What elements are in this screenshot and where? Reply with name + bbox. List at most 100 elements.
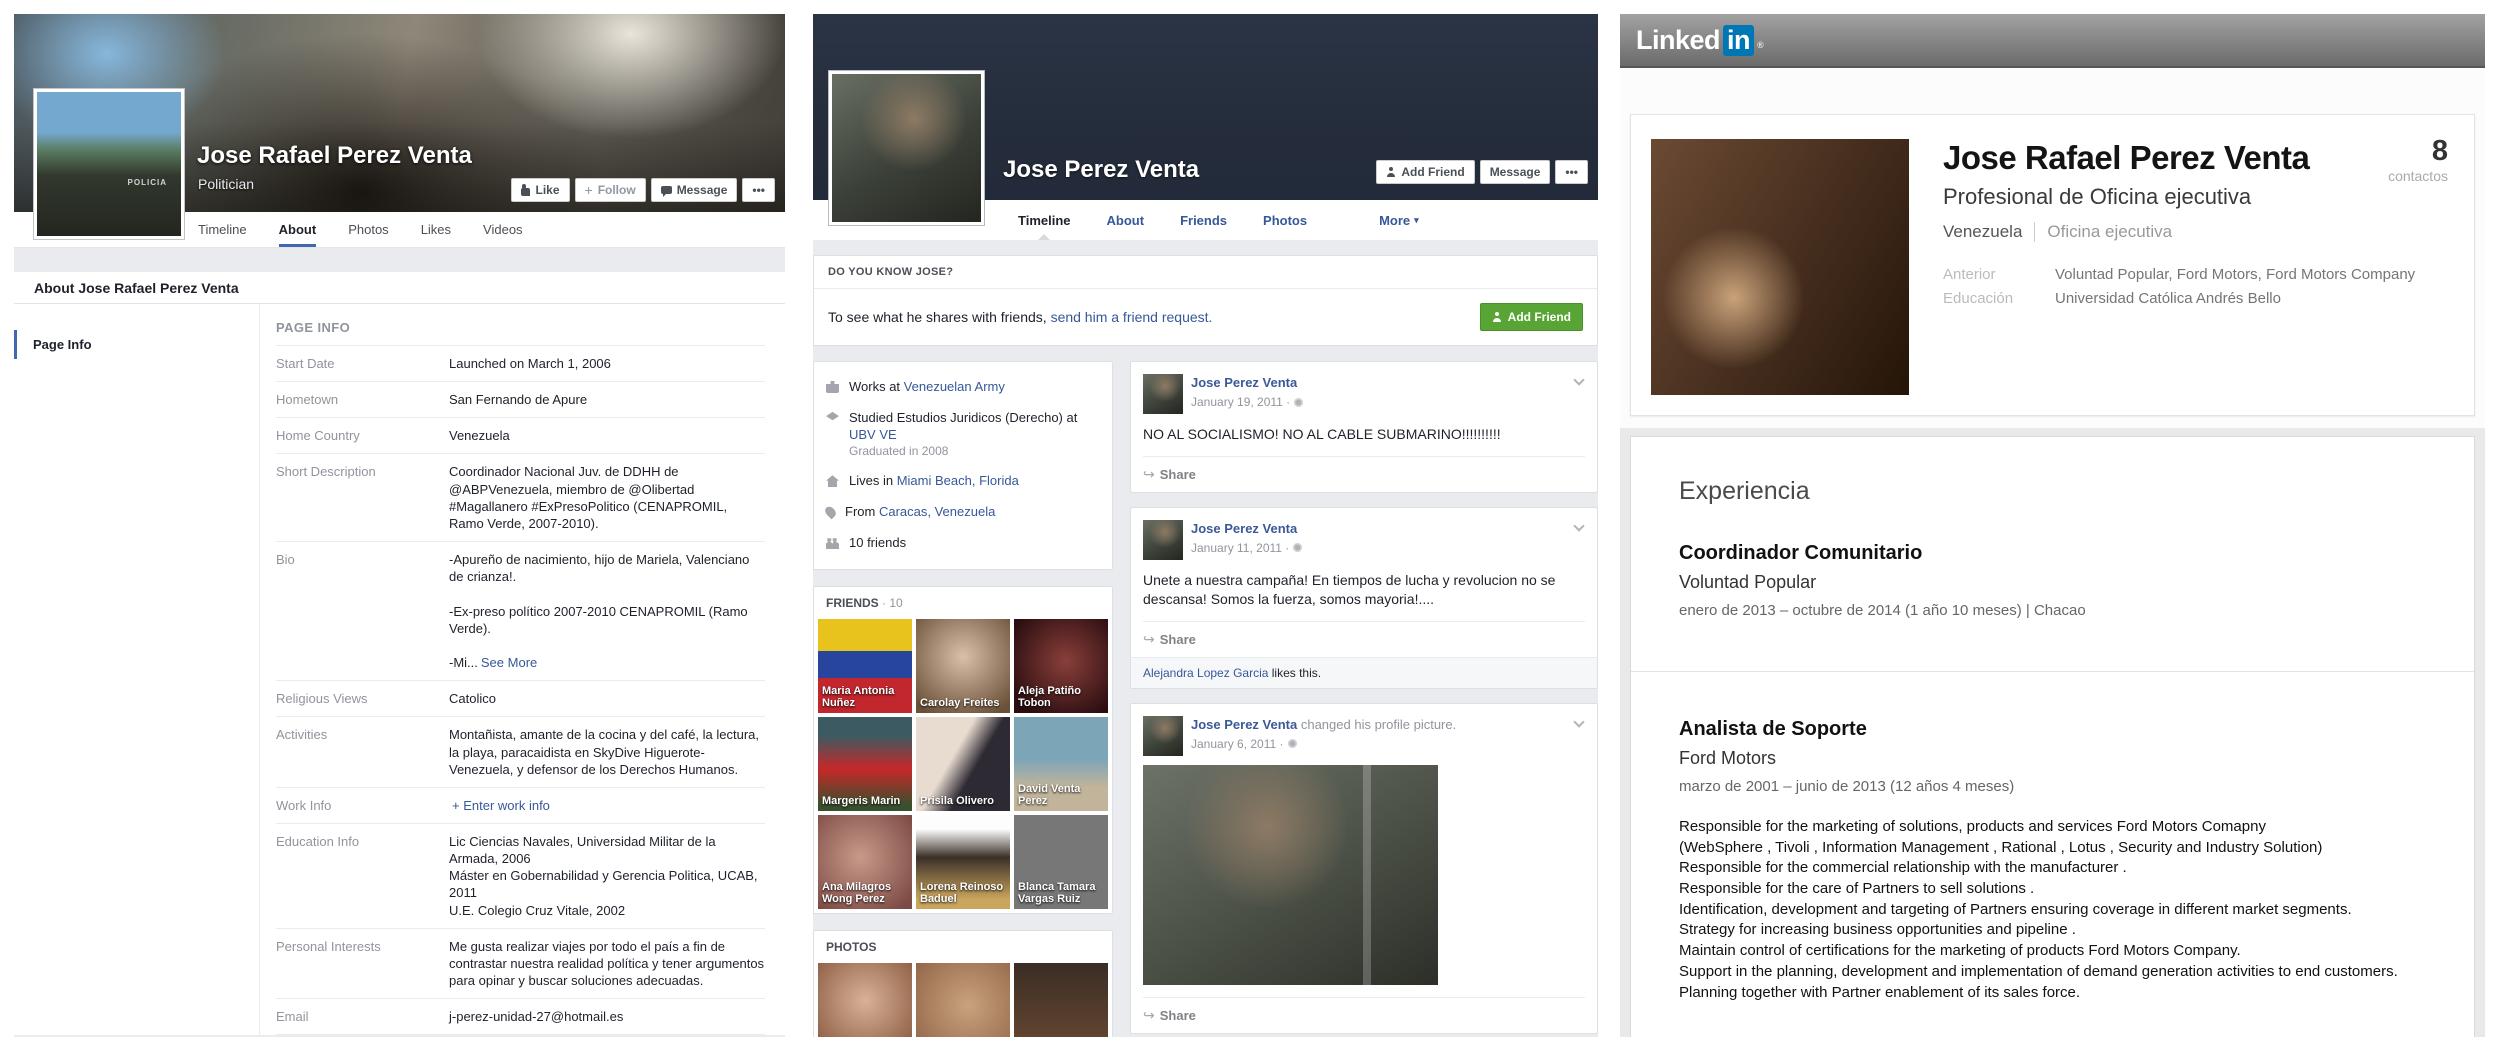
friend-tile[interactable]: Maria Antonia Nuñez [818,618,912,713]
contacts-label: contactos [2388,168,2448,184]
profile-photo[interactable] [1651,139,1909,395]
info-row-label: Bio [276,552,295,568]
section-title: PAGE INFO [276,320,765,346]
info-row-link[interactable]: + Enter work info [452,798,550,813]
post-actions: Share [1143,622,1585,657]
share-button[interactable]: Share [1160,632,1196,647]
more-options-button[interactable]: ••• [742,178,775,202]
post-timestamp[interactable]: January 19, 2011 · [1191,395,1304,409]
post-photo[interactable] [1143,764,1438,985]
tab-more[interactable]: More ▾ [1379,200,1419,240]
info-row: Hometown San Fernando de Apure [276,382,765,419]
profile-tab[interactable]: Timeline [1018,200,1071,240]
friend-tile[interactable]: David Venta Perez [1014,716,1108,811]
intro-link[interactable]: Caracas, Venezuela [879,504,995,519]
facebook-page-panel: Jose Rafael Perez Venta Politician Like … [14,14,785,1037]
friend-tile[interactable]: Lorena Reinoso Baduel [916,814,1010,909]
page-title: Jose Rafael Perez Venta [197,142,472,169]
avatar[interactable] [1143,715,1183,756]
post-author-link[interactable]: Jose Perez Venta [1191,717,1297,732]
share-icon [1143,466,1155,483]
page-tab[interactable]: Photos [348,212,388,247]
profile-picture[interactable]: POLICIA [33,88,185,240]
photos-header[interactable]: PHOTOS [814,931,1112,963]
page-tab[interactable]: About [278,212,317,247]
friend-request-body: To see what he shares with friends, send… [814,289,1597,345]
message-button[interactable]: Message [650,178,738,202]
page-tab[interactable]: Timeline [198,212,247,247]
summary-row-value[interactable]: Voluntad Popular, Ford Motors, Ford Moto… [2055,266,2415,283]
profile-tab[interactable]: About [1107,200,1145,240]
friend-tile[interactable]: Margeris Marin [818,716,912,811]
liker-link[interactable]: Alejandra Lopez Garcia [1143,666,1268,680]
nav-item-page-info[interactable]: Page Info [14,330,259,359]
info-row: Education Info Lic Ciencias Navales, Uni… [276,824,765,929]
photo-thumbnail[interactable] [818,962,912,1037]
intro-link[interactable]: UBV VE [849,427,897,442]
job-company[interactable]: Ford Motors [1679,748,2426,769]
experience-entry: Coordinador Comunitario Voluntad Popular… [1679,542,2426,619]
post-author-link[interactable]: Jose Perez Venta [1191,375,1297,390]
profile-tab[interactable]: Friends [1180,200,1227,240]
friend-name: David Venta Perez [1018,782,1081,808]
facebook-profile-panel: Jose Perez Venta Add Friend Message ••• … [797,14,1598,1037]
tab-list: Timeline About Friends Photos [1018,200,1307,240]
profile-summary-rows: Anterior Voluntad Popular, Ford Motors, … [1943,266,2454,307]
friend-tile[interactable]: Ana Milagros Wong Perez [818,814,912,909]
photo-thumbnail[interactable] [1014,962,1108,1037]
friend-tile[interactable]: Prisila Olivero [916,716,1010,811]
profile-info: Jose Rafael Perez Venta Profesional de O… [1943,139,2454,415]
likes-bar: Alejandra Lopez Garcia likes this. [1131,656,1597,688]
post-meta: Jose Perez Venta January 11, 2011 · [1191,520,1303,560]
intro-icon [826,538,839,550]
intro-icon [823,504,838,520]
police-vest-text: POLICIA [127,178,167,188]
like-button[interactable]: Like [511,178,570,202]
profile-tab[interactable]: Photos [1263,200,1307,240]
profile-industry[interactable]: Oficina ejecutiva [2034,222,2172,242]
info-row-label: Activities [276,727,328,743]
avatar[interactable] [1143,519,1183,560]
post-author-link[interactable]: Jose Perez Venta [1191,521,1297,536]
job-company[interactable]: Voluntad Popular [1679,572,2426,593]
intro-text: 10 friends [849,535,907,551]
follow-button[interactable]: Follow [574,178,646,202]
linkedin-logo[interactable]: Linked in ® [1636,24,1764,56]
intro-link[interactable]: Miami Beach, Florida [897,473,1019,488]
friend-tile[interactable]: Blanca Tamara Vargas Ruiz [1014,814,1108,909]
summary-row-value[interactable]: Universidad Católica Andrés Bello [2055,290,2281,307]
friend-name: Aleja Patiño Tobon [1018,684,1081,710]
intro-text: From Caracas, Venezuela [845,504,996,520]
summary-row: Anterior Voluntad Popular, Ford Motors, … [1943,266,2454,283]
intro-link[interactable]: Venezuelan Army [904,379,1005,394]
job-date-range: enero de 2013 – octubre de 2014 (1 año 1… [1679,602,2086,619]
post-actions: Share [1143,998,1585,1033]
info-row-label: Hometown [276,392,339,408]
friend-request-link[interactable]: send him a friend request. [1051,309,1213,325]
add-friend-button-green[interactable]: Add Friend [1479,303,1583,331]
share-button[interactable]: Share [1160,1008,1196,1023]
share-button[interactable]: Share [1160,467,1196,482]
page-tab[interactable]: Videos [483,212,523,247]
friend-tile[interactable]: Carolay Freites [916,618,1010,713]
page-tab[interactable]: Likes [421,212,451,247]
friends-header[interactable]: FRIENDS · 10 [814,587,1112,619]
experience-list: Coordinador Comunitario Voluntad Popular… [1631,542,2474,1003]
profile-location[interactable]: Venezuela [1943,222,2022,242]
photo-thumbnail[interactable] [916,962,1010,1037]
timeline-post: Jose Perez Venta changed his profile pic… [1130,702,1598,1034]
avatar[interactable] [1143,374,1183,414]
friend-tile[interactable]: Aleja Patiño Tobon [1014,618,1108,713]
post-timestamp[interactable]: January 6, 2011 · [1191,737,1456,751]
page-action-buttons: Like Follow Message ••• [511,178,775,202]
profile-picture[interactable] [828,70,985,226]
photos-card: PHOTOS [813,929,1113,1037]
friend-request-box: DO YOU KNOW JOSE? To see what he shares … [813,255,1598,346]
friend-name: Lorena Reinoso Baduel [920,880,1004,906]
more-options-button[interactable]: ••• [1555,160,1588,184]
message-button[interactable]: Message [1479,160,1551,184]
intro-item: 10 friends [826,528,1100,559]
add-friend-button[interactable]: Add Friend [1376,160,1475,184]
info-row-link[interactable]: See More [481,655,537,670]
post-timestamp[interactable]: January 11, 2011 · [1191,541,1303,555]
